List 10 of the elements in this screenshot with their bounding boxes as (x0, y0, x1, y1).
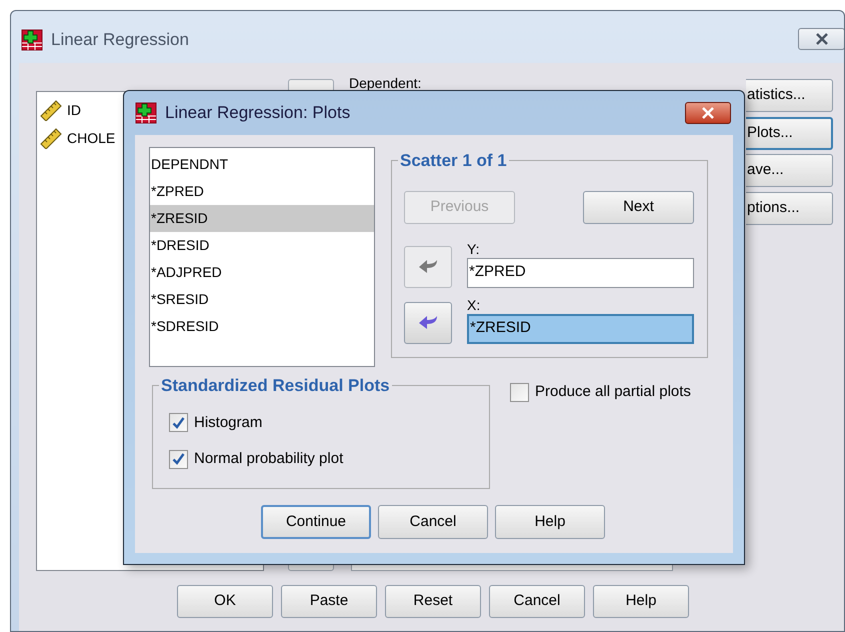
group-label: Standardized Residual Plots (160, 375, 391, 397)
window-title: Linear Regression (51, 29, 189, 51)
dialog-title: Linear Regression: Plots (165, 102, 352, 124)
field-label: Y: (467, 240, 480, 258)
field-label: X: (467, 296, 482, 314)
group-label: Scatter 1 of 1 (399, 150, 508, 172)
checkbox-label: Histogram (194, 412, 262, 432)
checkbox-label: Produce all partial plots (535, 382, 691, 402)
checkbox-label: Normal probability plot (194, 449, 344, 469)
field-label: Dependent: (349, 74, 422, 93)
